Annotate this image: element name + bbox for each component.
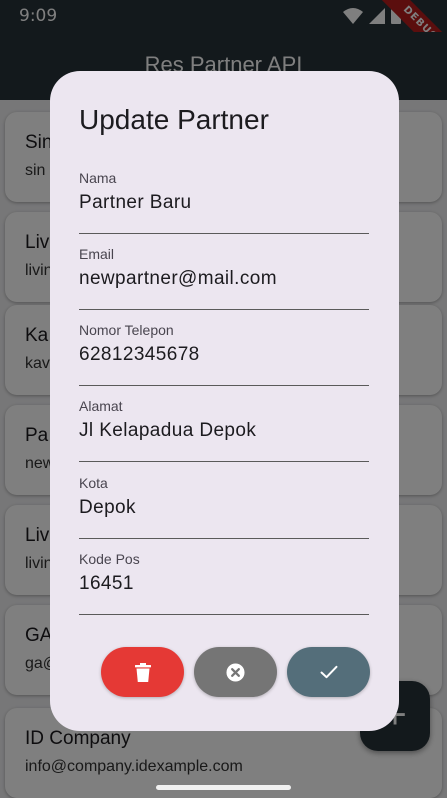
nama-field[interactable]: Nama Partner Baru [79,170,369,234]
check-icon [320,665,337,679]
home-indicator[interactable] [156,785,291,790]
field-label: Alamat [79,398,123,414]
cancel-circle-icon [226,662,245,682]
delete-button[interactable] [101,647,184,697]
city-field[interactable]: Kota Depok [79,475,369,539]
address-field[interactable]: Alamat Jl Kelapadua Depok [79,398,369,462]
field-value[interactable]: Partner Baru [79,192,192,214]
field-value[interactable]: newpartner@mail.com [79,268,277,290]
email-field[interactable]: Email newpartner@mail.com [79,246,369,310]
field-value[interactable]: 16451 [79,573,134,595]
trash-icon [134,662,151,682]
field-label: Nomor Telepon [79,322,174,338]
field-value[interactable]: 62812345678 [79,344,200,366]
dialog-title: Update Partner [79,104,269,135]
field-label: Email [79,246,115,262]
cancel-button[interactable] [194,647,277,697]
save-button[interactable] [287,647,370,697]
update-partner-dialog: Update Partner Nama Partner Baru Email n… [50,71,399,731]
field-label: Kode Pos [79,551,140,567]
field-label: Nama [79,170,117,186]
field-value[interactable]: Jl Kelapadua Depok [79,420,256,442]
field-label: Kota [79,475,108,491]
field-value[interactable]: Depok [79,497,136,519]
phone-field[interactable]: Nomor Telepon 62812345678 [79,322,369,386]
postal-code-field[interactable]: Kode Pos 16451 [79,551,369,615]
